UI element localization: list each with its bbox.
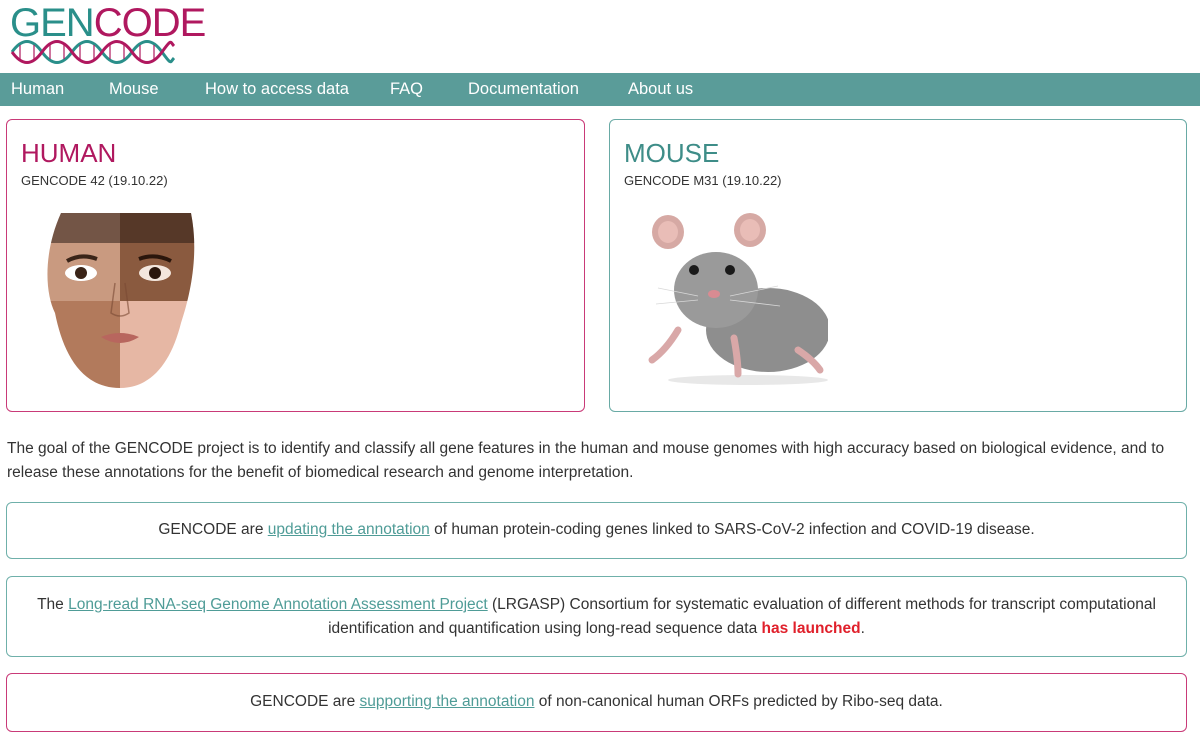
riboseq-annotation-link[interactable]: supporting the annotation bbox=[360, 693, 535, 710]
dna-helix-icon bbox=[10, 40, 175, 64]
mouse-card-title[interactable]: MOUSE bbox=[624, 138, 719, 169]
mouse-card[interactable]: MOUSE GENCODE M31 (19.10.22) bbox=[609, 119, 1187, 412]
covid-notice-prefix: GENCODE are bbox=[158, 521, 268, 538]
nav-how-to-access-data[interactable]: How to access data bbox=[205, 73, 349, 106]
human-card[interactable]: HUMAN GENCODE 42 (19.10.22) bbox=[6, 119, 585, 412]
project-description: The goal of the GENCODE project is to id… bbox=[7, 440, 1165, 481]
riboseq-notice-prefix: GENCODE are bbox=[250, 693, 360, 710]
covid-notice-suffix: of human protein-coding genes linked to … bbox=[429, 521, 1035, 538]
gencode-logo[interactable]: GENCODE bbox=[10, 3, 206, 68]
human-release-label: GENCODE 42 (19.10.22) bbox=[21, 173, 168, 188]
logo-wordmark: GENCODE bbox=[10, 3, 206, 43]
nav-documentation[interactable]: Documentation bbox=[468, 73, 579, 106]
lrgasp-launched-highlight: has launched bbox=[761, 620, 861, 637]
lrgasp-notice: The Long-read RNA-seq Genome Annotation … bbox=[6, 576, 1187, 657]
main-navbar: Human Mouse How to access data FAQ Docum… bbox=[0, 73, 1200, 106]
riboseq-notice-suffix: of non-canonical human ORFs predicted by… bbox=[534, 693, 943, 710]
nav-mouse[interactable]: Mouse bbox=[109, 73, 159, 106]
human-faces-image[interactable] bbox=[41, 213, 199, 388]
mouse-image[interactable] bbox=[638, 210, 828, 385]
lrgasp-notice-prefix: The bbox=[37, 596, 69, 613]
covid-annotation-link[interactable]: updating the annotation bbox=[268, 521, 430, 538]
lrgasp-notice-suffix: . bbox=[860, 620, 865, 637]
nav-human[interactable]: Human bbox=[11, 73, 64, 106]
human-card-title[interactable]: HUMAN bbox=[21, 138, 116, 169]
lrgasp-project-link[interactable]: Long-read RNA-seq Genome Annotation Asse… bbox=[68, 596, 488, 613]
nav-faq[interactable]: FAQ bbox=[390, 73, 423, 106]
nav-about-us[interactable]: About us bbox=[628, 73, 693, 106]
mouse-release-label: GENCODE M31 (19.10.22) bbox=[624, 173, 782, 188]
riboseq-notice: GENCODE are supporting the annotation of… bbox=[6, 673, 1187, 732]
covid-notice: GENCODE are updating the annotation of h… bbox=[6, 502, 1187, 559]
